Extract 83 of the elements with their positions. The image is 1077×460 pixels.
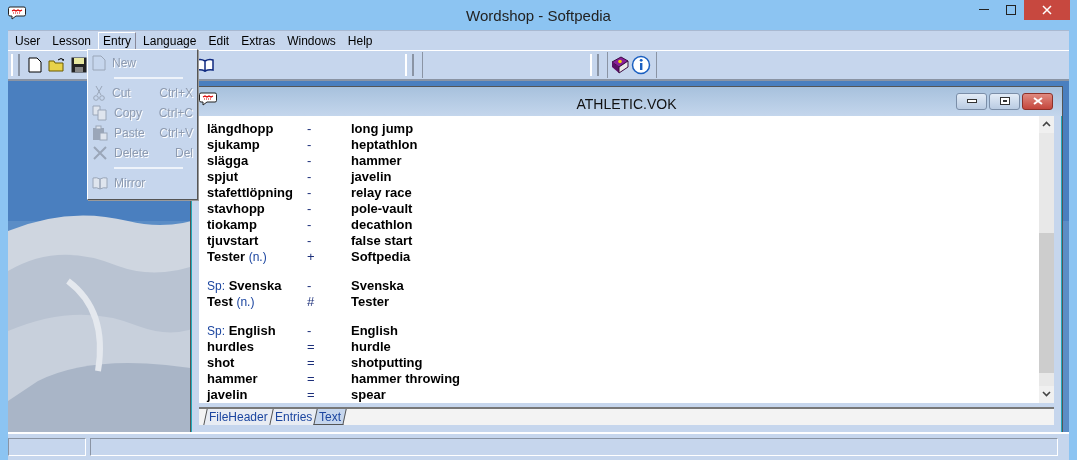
separator-symbol: -	[307, 322, 313, 339]
term: längdhopp	[207, 120, 275, 137]
restore-button[interactable]	[989, 92, 1020, 110]
translation: false start	[351, 232, 414, 249]
close-button[interactable]	[1022, 92, 1053, 110]
copy-icon	[92, 105, 108, 121]
language-label: Sp: English	[207, 322, 277, 339]
chevron-down-icon	[1042, 391, 1051, 398]
term: spjut	[207, 168, 240, 185]
translation: Svenska	[351, 277, 405, 294]
translation: relay race	[351, 184, 413, 201]
translation: decathlon	[351, 216, 414, 233]
menu-item[interactable]: Edit	[203, 31, 235, 50]
translation: hammer throwing	[351, 370, 462, 387]
translation: pole-vault	[351, 200, 414, 217]
separator-symbol: +	[307, 248, 316, 265]
translation: hurdle	[351, 338, 392, 355]
book-icon	[92, 176, 108, 190]
minimize-icon	[978, 9, 989, 11]
translation: long jump	[351, 120, 415, 137]
separator-symbol: -	[307, 152, 313, 169]
restore-icon	[999, 97, 1010, 106]
maximize-icon	[1005, 5, 1016, 15]
translation: English	[351, 322, 399, 339]
separator-symbol: -	[307, 216, 313, 233]
tab[interactable]: FileHeader	[203, 408, 273, 425]
separator-symbol: =	[307, 338, 316, 355]
term: sjukamp	[207, 136, 261, 153]
chevron-up-icon	[1042, 121, 1051, 128]
separator-symbol: -	[307, 200, 313, 217]
term: Test (n.)	[207, 293, 256, 310]
toolbar-grip[interactable]	[405, 54, 414, 76]
translation: shotputting	[351, 354, 424, 371]
clipboard-icon	[92, 125, 108, 141]
info-icon[interactable]	[630, 54, 652, 76]
translation: Softpedia	[351, 248, 412, 265]
term: javelin	[207, 386, 249, 403]
close-icon	[92, 145, 108, 161]
term: tiokamp	[207, 216, 258, 233]
document-title: ATHLETIC.VOK	[576, 96, 677, 112]
close-icon	[1042, 5, 1052, 15]
menu-item[interactable]: Help	[342, 31, 378, 50]
menu-item[interactable]: Lesson	[47, 31, 97, 50]
separator-symbol: #	[307, 293, 316, 310]
app-icon	[8, 6, 26, 20]
separator-symbol: -	[307, 232, 313, 249]
separator-symbol: -	[307, 277, 313, 294]
translation: javelin	[351, 168, 393, 185]
term: Tester (n.)	[207, 248, 268, 265]
translation: hammer	[351, 152, 403, 169]
separator-symbol: -	[307, 168, 313, 185]
menu-item[interactable]: Windows	[282, 31, 341, 50]
translation: Tester	[351, 293, 391, 310]
term: tjuvstart	[207, 232, 260, 249]
separator-symbol: =	[307, 354, 316, 371]
term: slägga	[207, 152, 250, 169]
separator-symbol: -	[307, 120, 313, 137]
translation: spear	[351, 386, 387, 403]
scissors-icon	[92, 85, 106, 101]
term: shot	[207, 354, 236, 371]
tab[interactable]: Text	[313, 408, 347, 425]
minimize-button[interactable]	[956, 92, 987, 110]
language-label: Sp: Svenska	[207, 277, 283, 294]
toolbar-grip[interactable]	[11, 54, 20, 76]
menu-item[interactable]: User	[10, 31, 46, 50]
separator-symbol: =	[307, 386, 316, 403]
menu-item[interactable]: Language	[138, 31, 202, 50]
separator-symbol: -	[307, 184, 313, 201]
translation: heptathlon	[351, 136, 419, 153]
menu-item[interactable]: Extras	[236, 31, 281, 50]
term: hurdles	[207, 338, 255, 355]
scrollbar-thumb[interactable]	[1039, 232, 1054, 373]
close-icon	[1032, 97, 1043, 106]
window-title: Wordshop - Softpedia	[466, 7, 611, 24]
scroll-down-button[interactable]	[1039, 385, 1054, 403]
minimize-icon	[966, 99, 977, 104]
term: stavhopp	[207, 200, 266, 217]
separator-symbol: -	[307, 136, 313, 153]
separator-symbol: =	[307, 370, 316, 387]
term: stafettlöpning	[207, 184, 294, 201]
term: hammer	[207, 370, 259, 387]
tab[interactable]: Entries	[269, 408, 317, 425]
toolbar-grip[interactable]	[590, 54, 599, 76]
